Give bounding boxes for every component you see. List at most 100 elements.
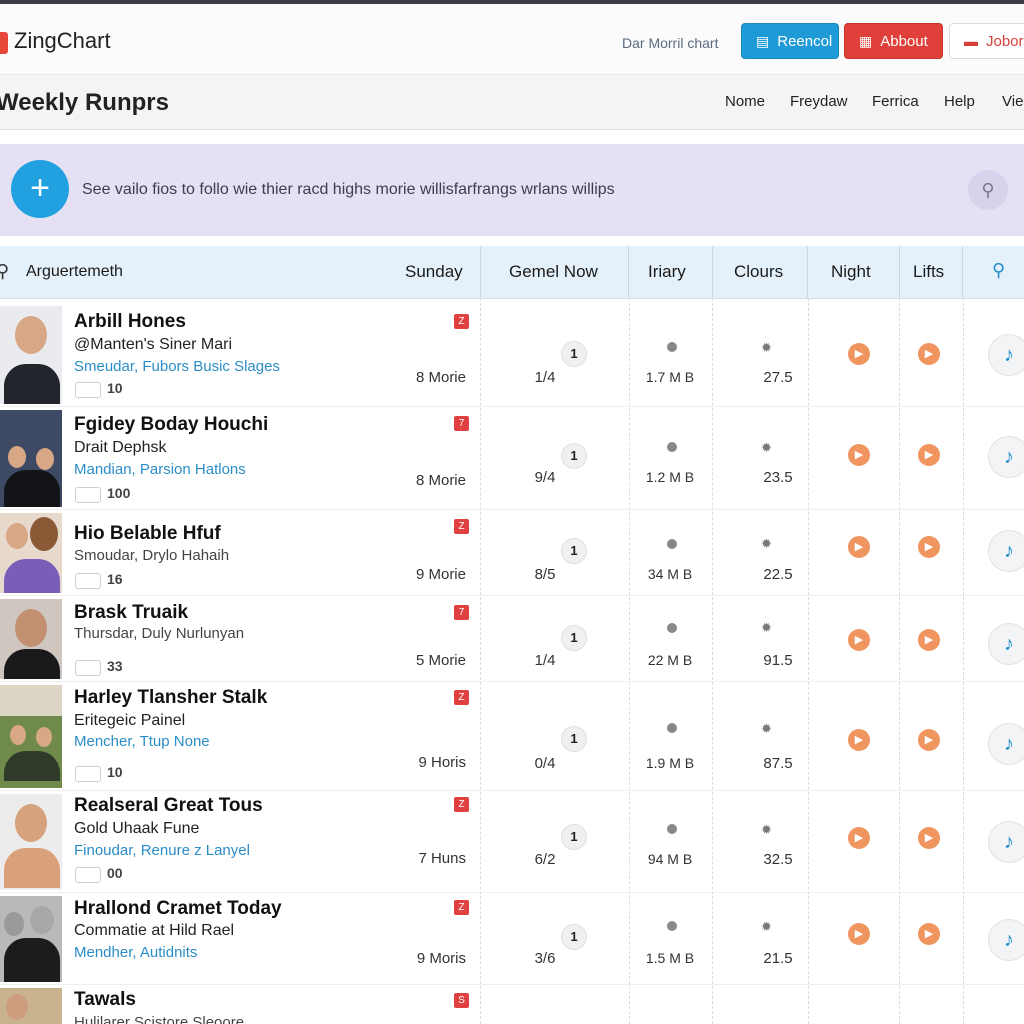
table-row[interactable]: Fgidey Boday Houchi Drait Dephsk Mandian… xyxy=(0,406,1024,510)
thumbnail-image xyxy=(0,410,62,507)
clours-value: 87.5 xyxy=(763,755,793,772)
count-badge: 1 xyxy=(561,726,587,752)
column-header-night[interactable]: Night xyxy=(831,262,871,282)
sunday-value: 9 Moris xyxy=(416,950,466,967)
play-icon[interactable]: ▶ xyxy=(848,923,870,945)
table-row[interactable]: Harley Tlansher Stalk Eritegeic Painel M… xyxy=(0,681,1024,791)
sunday-value: 9 Horis xyxy=(418,754,466,771)
row-link[interactable]: Mandian, Parsion Hatlons xyxy=(74,461,246,478)
row-title[interactable]: Hrallond Cramet Today xyxy=(74,898,282,920)
music-note-icon[interactable]: ♪ xyxy=(988,334,1024,376)
checkbox[interactable] xyxy=(75,573,101,589)
thumbnail-image xyxy=(0,896,62,982)
music-note-icon[interactable]: ♪ xyxy=(988,436,1024,478)
play-icon[interactable]: ▶ xyxy=(918,827,940,849)
play-icon[interactable]: ▶ xyxy=(918,629,940,651)
title-bar: Weekly Runprs Nome Freydaw Ferrica Help … xyxy=(0,75,1024,130)
gemel-value: 1/4 xyxy=(534,369,556,386)
nav-item-nome[interactable]: Nome xyxy=(725,93,765,110)
play-icon[interactable]: ▶ xyxy=(918,536,940,558)
size-value: 22 M B xyxy=(647,652,693,668)
row-subtitle: Drait Dephsk xyxy=(74,439,167,456)
column-header-lifts[interactable]: Lifts xyxy=(913,262,944,282)
count-badge: 1 xyxy=(561,824,587,850)
size-value: 1.7 M B xyxy=(645,369,695,385)
music-note-icon[interactable]: ♪ xyxy=(988,723,1024,765)
play-icon[interactable]: ▶ xyxy=(918,923,940,945)
row-link[interactable]: Finoudar, Renure z Lanyel xyxy=(74,842,250,859)
size-value: 1.9 M B xyxy=(645,755,695,771)
row-link[interactable]: Smeudar, Fubors Busic Slages xyxy=(74,358,280,375)
music-note-icon[interactable]: ♪ xyxy=(988,821,1024,863)
plus-icon[interactable]: + xyxy=(11,160,69,218)
row-title[interactable]: Realseral Great Tous xyxy=(74,795,263,817)
column-header-clours[interactable]: Clours xyxy=(734,262,783,282)
search-icon[interactable]: ⚲ xyxy=(0,261,9,282)
nav-item-vie[interactable]: Vie xyxy=(1002,93,1023,110)
info-banner: + See vailo fios to follo wie thier racd… xyxy=(0,144,1024,236)
table-row[interactable]: Realseral Great Tous Gold Uhaak Fune Fin… xyxy=(0,790,1024,893)
row-subtitle: Hulilarer Scistore Sleoore xyxy=(74,1014,245,1024)
count-badge: 1 xyxy=(561,443,587,469)
row-title[interactable]: Harley Tlansher Stalk xyxy=(74,687,267,709)
play-icon[interactable]: ▶ xyxy=(848,729,870,751)
row-title[interactable]: Brask Truaik xyxy=(74,602,188,624)
checkbox[interactable] xyxy=(75,382,101,398)
play-icon[interactable]: ▶ xyxy=(848,444,870,466)
play-icon[interactable]: ▶ xyxy=(848,343,870,365)
status-dot-icon xyxy=(667,723,677,733)
reencol-button[interactable]: ▤ Reencol xyxy=(741,23,839,59)
clours-value: 21.5 xyxy=(763,950,793,967)
play-icon[interactable]: ▶ xyxy=(848,629,870,651)
size-value: 94 M B xyxy=(647,851,693,867)
sunday-value: 8 Morie xyxy=(415,472,466,489)
status-badge: 7 xyxy=(454,605,469,620)
nav-item-help[interactable]: Help xyxy=(944,93,975,110)
row-title[interactable]: Fgidey Boday Houchi xyxy=(74,414,268,436)
checkbox[interactable] xyxy=(75,660,101,676)
size-value: 1.2 M B xyxy=(645,469,695,485)
clours-value: 23.5 xyxy=(763,469,793,486)
music-note-icon[interactable]: ♪ xyxy=(988,623,1024,665)
magnify-icon[interactable]: ⚲ xyxy=(992,260,1005,281)
table-row[interactable]: Hrallond Cramet Today Commatie at Hild R… xyxy=(0,892,1024,985)
search-input[interactable]: Arguertemeth xyxy=(26,263,123,281)
column-divider xyxy=(712,246,713,298)
checkbox[interactable] xyxy=(75,487,101,503)
column-header-gemel-now[interactable]: Gemel Now xyxy=(509,262,598,282)
gear-icon: ✹ xyxy=(761,340,772,355)
column-header-sunday[interactable]: Sunday xyxy=(405,262,463,282)
table-row[interactable]: Hio Belable Hfuf Smoudar, Drylo Hahaih 1… xyxy=(0,509,1024,596)
count-badge: 1 xyxy=(561,341,587,367)
row-link[interactable]: Mencher, Ttup None xyxy=(74,733,210,750)
music-note-icon[interactable]: ♪ xyxy=(988,530,1024,572)
header-link[interactable]: Dar Morril chart xyxy=(622,35,718,51)
gear-icon: ✹ xyxy=(761,919,772,934)
nav-item-freydaw[interactable]: Freydaw xyxy=(790,93,848,110)
play-icon[interactable]: ▶ xyxy=(848,536,870,558)
row-title[interactable]: Arbill Hones xyxy=(74,311,186,333)
jobor-button[interactable]: ▬ Jobor xyxy=(949,23,1024,59)
row-title[interactable]: Hio Belable Hfuf xyxy=(74,523,221,545)
row-title[interactable]: Tawals xyxy=(74,989,136,1011)
column-divider xyxy=(899,246,900,298)
app-logo[interactable]: ZingChart xyxy=(14,28,111,54)
hat-icon: ▬ xyxy=(964,33,978,49)
table-row[interactable]: Tawals Hulilarer Scistore Sleoore S xyxy=(0,984,1024,1024)
row-link[interactable]: Mendher, Autidnits xyxy=(74,944,197,961)
table-row[interactable]: Arbill Hones @Manten's Siner Mari Smeuda… xyxy=(0,302,1024,407)
nav-item-ferrica[interactable]: Ferrica xyxy=(872,93,919,110)
reencol-button-label: Reencol xyxy=(777,32,833,50)
play-icon[interactable]: ▶ xyxy=(918,343,940,365)
abbout-button[interactable]: ▦ Abbout xyxy=(844,23,943,59)
row-subtitle: Eritegeic Painel xyxy=(74,712,186,729)
play-icon[interactable]: ▶ xyxy=(918,729,940,751)
checkbox[interactable] xyxy=(75,867,101,883)
table-row[interactable]: Brask Truaik Thursdar, Duly Nurlunyan 33… xyxy=(0,595,1024,682)
lightbulb-icon[interactable]: ⚲ xyxy=(968,170,1008,210)
play-icon[interactable]: ▶ xyxy=(848,827,870,849)
play-icon[interactable]: ▶ xyxy=(918,444,940,466)
column-header-iriary[interactable]: Iriary xyxy=(648,262,686,282)
music-note-icon[interactable]: ♪ xyxy=(988,919,1024,961)
checkbox[interactable] xyxy=(75,766,101,782)
